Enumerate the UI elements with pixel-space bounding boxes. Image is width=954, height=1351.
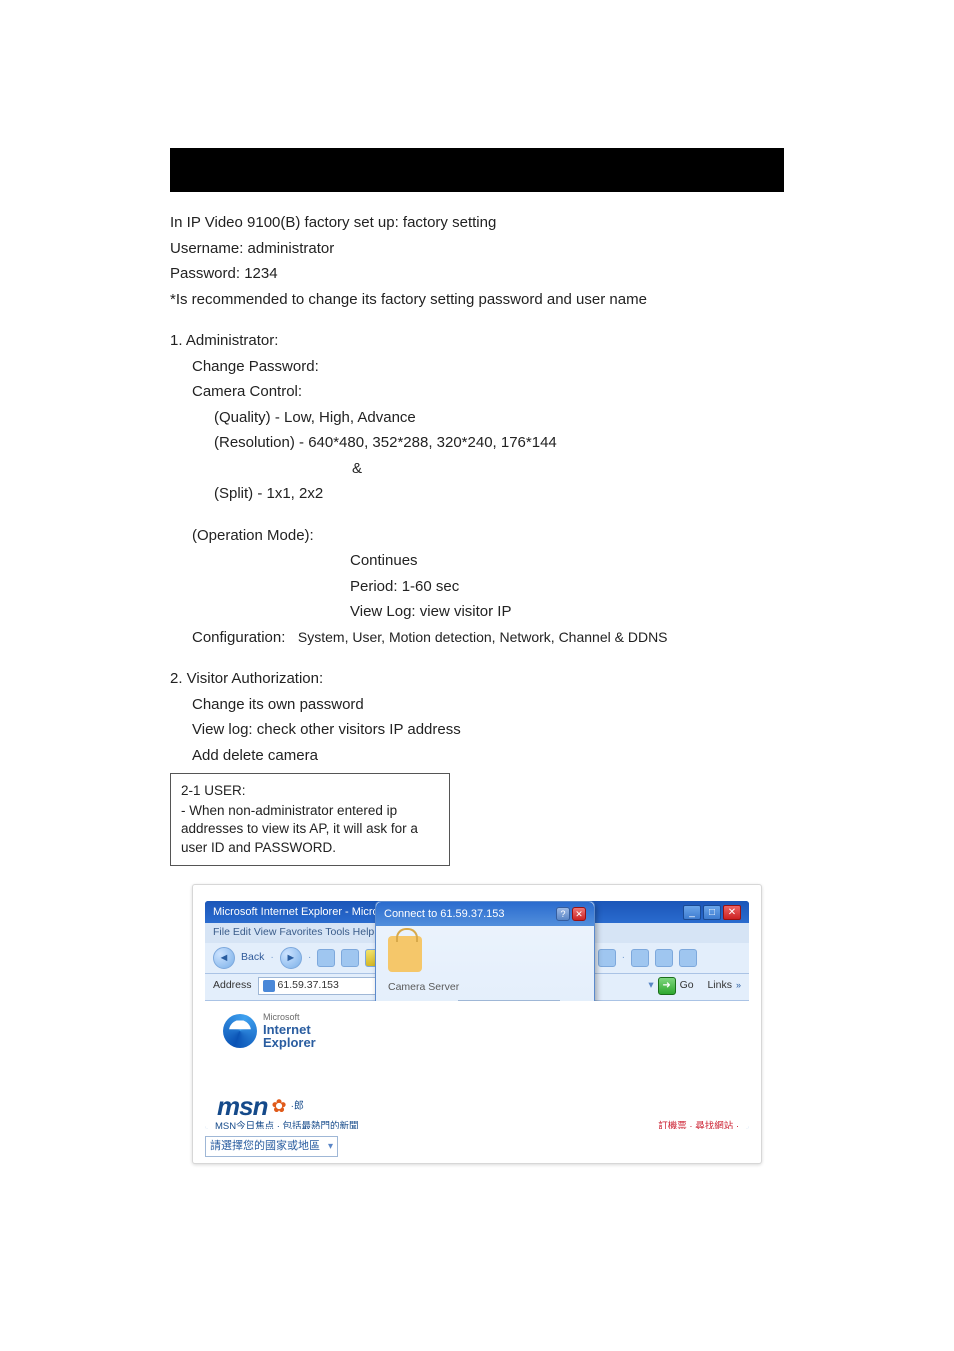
- dialog-close-icon[interactable]: ✕: [572, 907, 586, 921]
- ie-window: Microsoft Internet Explorer - Microsoft …: [205, 901, 749, 1129]
- callout-body: - When non-administrator entered ip addr…: [181, 802, 439, 857]
- msn-right-links[interactable]: 訂機票 · 尋找網站 · 真想MIT的個人頁: [658, 1121, 739, 1129]
- go-label: Go: [680, 978, 694, 994]
- print-icon[interactable]: [631, 949, 649, 967]
- admin-conf-value: System, User, Motion detection, Network,…: [298, 629, 668, 645]
- admin-change-password: Change Password:: [170, 356, 954, 379]
- intro-line-product: In IP Video 9100(B) factory set up: fact…: [170, 212, 954, 235]
- ie-e-icon: [223, 1014, 257, 1048]
- dialog-title-text: Connect to 61.59.37.153: [384, 906, 504, 923]
- admin-configuration-line: Configuration: System, User, Motion dete…: [170, 627, 954, 650]
- chevron-down-icon[interactable]: ▾: [648, 978, 653, 994]
- intro-line-note: *Is recommended to change its factory se…: [170, 289, 954, 312]
- ie-logo-line2: Explorer: [263, 1036, 316, 1050]
- callout-title: 2-1 USER:: [181, 782, 439, 800]
- mail-icon[interactable]: [598, 949, 616, 967]
- admin-quality: (Quality) - Low, High, Advance: [170, 407, 954, 430]
- visitor-change-pwd: Change its own password: [170, 694, 954, 717]
- admin-resolution: (Resolution) - 640*480, 352*288, 320*240…: [170, 432, 954, 455]
- msn-left-links[interactable]: MSN今日焦点 · 包括最熱門的新聞 MSN 提供全球各地新聞及資訊 · 請 ·…: [215, 1121, 361, 1129]
- visitor-viewlog: View log: check other visitors IP addres…: [170, 719, 954, 742]
- help-icon[interactable]: ?: [556, 907, 570, 921]
- discuss-icon[interactable]: [679, 949, 697, 967]
- intro-line-username: Username: administrator: [170, 238, 954, 261]
- bottom-selector[interactable]: 請選擇您的國家或地區 ▾: [205, 1136, 338, 1157]
- admin-ampersand: &: [170, 458, 954, 481]
- address-value: 61.59.37.153: [278, 978, 339, 994]
- visitor-add-delete: Add delete camera: [170, 745, 954, 768]
- admin-continues: Continues: [170, 550, 954, 573]
- dialog-titlebar: Connect to 61.59.37.153 ? ✕: [376, 902, 594, 927]
- msn-right-line1: 訂機票 · 尋找網站 ·: [658, 1121, 739, 1129]
- visitor-heading: 2. Visitor Authorization:: [170, 668, 954, 691]
- msn-left-line1: MSN今日焦点 · 包括最熱門的新聞: [215, 1121, 361, 1129]
- go-button[interactable]: ➜: [658, 977, 676, 995]
- bottom-selector-text: 請選擇您的國家或地區: [210, 1138, 320, 1155]
- admin-operation-mode: (Operation Mode):: [170, 525, 954, 548]
- address-label: Address: [213, 978, 252, 994]
- dropdown-arrow-icon[interactable]: ▾: [328, 1139, 333, 1154]
- document-body: In IP Video 9100(B) factory set up: fact…: [170, 212, 954, 1164]
- intro-line-password: Password: 1234: [170, 263, 954, 286]
- admin-conf-label: Configuration:: [192, 629, 285, 646]
- lock-icon: [388, 936, 422, 972]
- msn-butterfly-icon: ✿: [271, 1093, 286, 1120]
- screenshot-container: Microsoft Internet Explorer - Microsoft …: [192, 884, 762, 1164]
- ie-address-bar: Address 61.59.37.153 Connect to 61.59.37…: [205, 974, 749, 1001]
- minimize-icon[interactable]: _: [683, 905, 701, 920]
- page-icon: [263, 980, 275, 992]
- admin-period: Period: 1-60 sec: [170, 576, 954, 599]
- back-label: Back: [241, 950, 264, 966]
- admin-split: (Split) - 1x1, 2x2: [170, 483, 954, 506]
- edit-icon[interactable]: [655, 949, 673, 967]
- callout-box: 2-1 USER: - When non-administrator enter…: [170, 773, 450, 866]
- links-label[interactable]: Links: [707, 978, 732, 994]
- admin-viewlog: View Log: view visitor IP: [170, 601, 954, 624]
- refresh-icon[interactable]: [341, 949, 359, 967]
- back-button[interactable]: ◄: [213, 947, 235, 969]
- section-header-bar: [170, 148, 784, 192]
- maximize-icon[interactable]: □: [703, 905, 721, 920]
- close-icon[interactable]: ✕: [723, 905, 741, 920]
- admin-heading: 1. Administrator:: [170, 330, 954, 353]
- forward-button[interactable]: ►: [280, 947, 302, 969]
- admin-camera-control: Camera Control:: [170, 381, 954, 404]
- dialog-server-label: Camera Server: [388, 980, 582, 996]
- ie-page-body: Microsoft Internet Explorer msn ✿ ·郎 MSN…: [205, 1001, 749, 1129]
- stop-icon[interactable]: [317, 949, 335, 967]
- ie-logo-line1: Internet: [263, 1023, 316, 1037]
- ie-logo: Microsoft Internet Explorer: [223, 1013, 316, 1050]
